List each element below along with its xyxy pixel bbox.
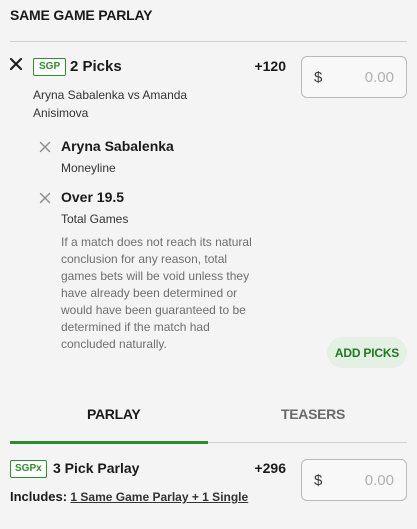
wager-placeholder: 0.00 [364,68,394,86]
parlay-wager-input[interactable]: $ 0.00 [301,459,407,501]
leg-market: Total Games [61,212,129,226]
leg-selection: Aryna Sabalenka [61,138,174,154]
parlay-title: 3 Pick Parlay [53,460,140,476]
sgp-badge: SGP [33,58,67,76]
leg-market: Moneyline [61,161,116,175]
currency-symbol: $ [314,471,323,489]
parlay-includes: Includes: 1 Same Game Parlay + 1 Single [10,486,250,508]
active-tab-indicator [10,441,208,444]
bet-slip: SAME GAME PARLAY SGP 2 Picks +120 $ 0.00… [0,0,417,529]
disclaimer-text: If a match does not reach its natural co… [61,235,252,351]
sgp-odds: +120 [254,58,286,74]
includes-link[interactable]: 1 Same Game Parlay + 1 Single [70,490,248,504]
includes-label: Includes: [10,489,68,504]
sgp-wager-input[interactable]: $ 0.00 [301,56,407,98]
divider [10,41,407,42]
wager-placeholder: 0.00 [364,471,394,489]
tab-teasers[interactable]: TEASERS [281,406,345,422]
sgpx-badge: SGPx [10,460,47,478]
currency-symbol: $ [314,68,323,86]
parlay-odds: +296 [254,460,286,476]
remove-leg-icon[interactable] [39,192,51,204]
remove-sgp-icon[interactable] [9,57,23,71]
section-title: SAME GAME PARLAY [10,7,153,23]
leg-selection: Over 19.5 [61,189,125,205]
sgp-title: 2 Picks [70,58,122,75]
remove-leg-icon[interactable] [39,141,51,153]
add-picks-button[interactable]: ADD PICKS [327,337,407,368]
tab-parlay[interactable]: PARLAY [87,406,141,422]
matchup-label: Aryna Sabalenka vs Amanda Anisimova [33,88,188,120]
